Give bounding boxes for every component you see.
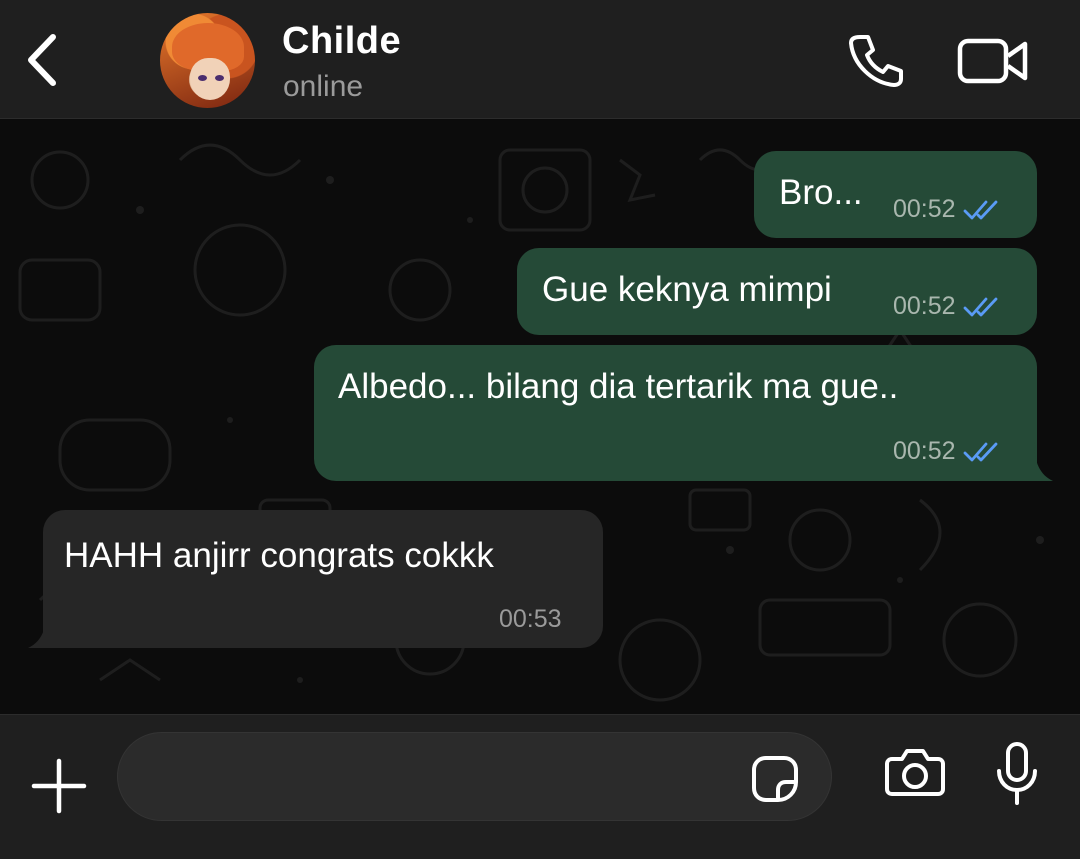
microphone-icon: [997, 742, 1037, 805]
voice-message-button[interactable]: [994, 741, 1040, 807]
read-receipt-icon: [963, 297, 997, 316]
message-text: HAHH anjirr congrats cokkk: [64, 536, 494, 575]
read-receipt-icon: [963, 442, 997, 461]
sticker-icon: [752, 756, 798, 802]
phone-icon: [849, 35, 903, 87]
message-bubble-outgoing[interactable]: Albedo... bilang dia tertarik ma gue.. 0…: [314, 345, 1037, 481]
contact-name[interactable]: Childe: [282, 20, 401, 63]
message-meta: 00:52: [893, 292, 1002, 321]
message-time: 00:52: [893, 195, 956, 223]
message-meta: 00:52: [893, 195, 1002, 224]
message-bubble-incoming[interactable]: HAHH anjirr congrats cokkk 00:53: [43, 510, 603, 648]
back-button[interactable]: [14, 28, 70, 92]
sticker-button[interactable]: [748, 752, 802, 806]
bubble-tail: [1020, 442, 1053, 481]
camera-icon: [885, 749, 945, 796]
chat-header: Childe online: [0, 0, 1080, 119]
attach-button[interactable]: [30, 757, 88, 815]
avatar[interactable]: [160, 13, 255, 108]
plus-icon: [31, 758, 87, 814]
message-composer: [0, 714, 1080, 859]
video-call-button[interactable]: [957, 36, 1029, 86]
message-text: Bro...: [779, 173, 863, 212]
message-bubble-outgoing[interactable]: Bro... 00:52: [754, 151, 1037, 238]
message-meta: 00:53: [499, 605, 562, 634]
message-time: 00:52: [893, 437, 956, 465]
bubble-tail: [28, 609, 61, 648]
read-receipt-icon: [963, 200, 997, 219]
contact-status: online: [283, 70, 364, 103]
message-input[interactable]: [146, 733, 746, 820]
message-text: Gue keknya mimpi: [542, 270, 832, 309]
voice-call-button[interactable]: [846, 32, 904, 88]
message-time: 00:53: [499, 605, 562, 633]
message-text: Albedo... bilang dia tertarik ma gue..: [338, 367, 899, 406]
back-chevron-icon: [28, 34, 56, 86]
message-bubble-outgoing[interactable]: Gue keknya mimpi 00:52: [517, 248, 1037, 335]
message-list[interactable]: Bro... 00:52 Gue keknya mimpi 00:52 Albe…: [0, 120, 1080, 714]
message-input-container[interactable]: [117, 732, 832, 821]
video-camera-icon: [957, 38, 1028, 84]
message-meta: 00:52: [893, 437, 1002, 466]
camera-button[interactable]: [884, 743, 946, 801]
message-time: 00:52: [893, 292, 956, 320]
